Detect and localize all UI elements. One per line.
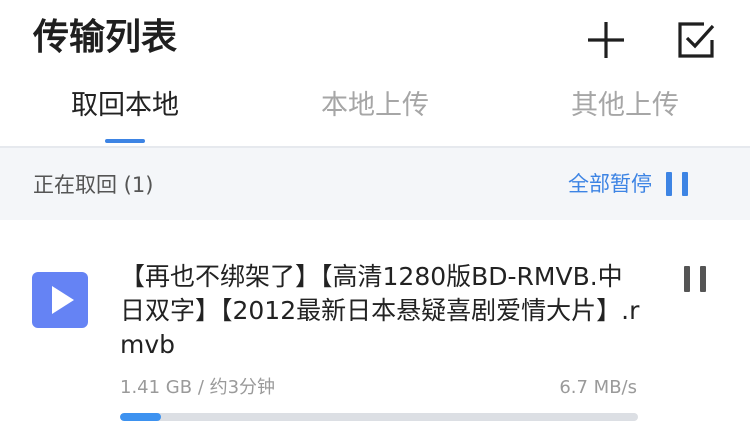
active-tab-indicator xyxy=(105,139,145,143)
transfer-item[interactable]: 【再也不绑架了】【高清1280版BD-RMVB.中日双字】【2012最新日本悬疑… xyxy=(0,220,750,434)
transfer-speed: 6.7 MB/s xyxy=(559,377,637,398)
section-header: 正在取回 (1) 全部暂停 xyxy=(0,148,750,220)
play-icon xyxy=(52,286,74,314)
pause-icon-bar xyxy=(700,266,706,292)
tab-download[interactable]: 取回本地 xyxy=(55,86,195,126)
header-bar: 传输列表 xyxy=(0,0,750,80)
tab-other-upload[interactable]: 其他上传 xyxy=(555,86,695,126)
select-button[interactable] xyxy=(674,18,718,62)
pause-icon xyxy=(666,172,688,196)
add-button[interactable] xyxy=(584,18,628,62)
file-name: 【再也不绑架了】【高清1280版BD-RMVB.中日双字】【2012最新日本悬疑… xyxy=(120,262,640,359)
plus-icon xyxy=(588,22,624,58)
tab-local-upload[interactable]: 本地上传 xyxy=(305,86,445,126)
progress-fill xyxy=(120,413,162,421)
item-pause-button[interactable] xyxy=(682,266,708,294)
pause-all-label: 全部暂停 xyxy=(568,172,652,196)
size-and-eta: 1.41 GB / 约3分钟 xyxy=(120,377,276,398)
video-file-icon xyxy=(32,272,88,328)
checkbox-icon xyxy=(678,22,715,58)
section-title: 正在取回 (1) xyxy=(33,173,154,197)
pause-all-button[interactable]: 全部暂停 xyxy=(568,166,688,202)
pause-icon-bar xyxy=(684,266,690,292)
progress-bar xyxy=(120,413,638,421)
tab-bar: 取回本地 本地上传 其他上传 xyxy=(0,80,750,146)
page-title: 传输列表 xyxy=(33,17,178,58)
